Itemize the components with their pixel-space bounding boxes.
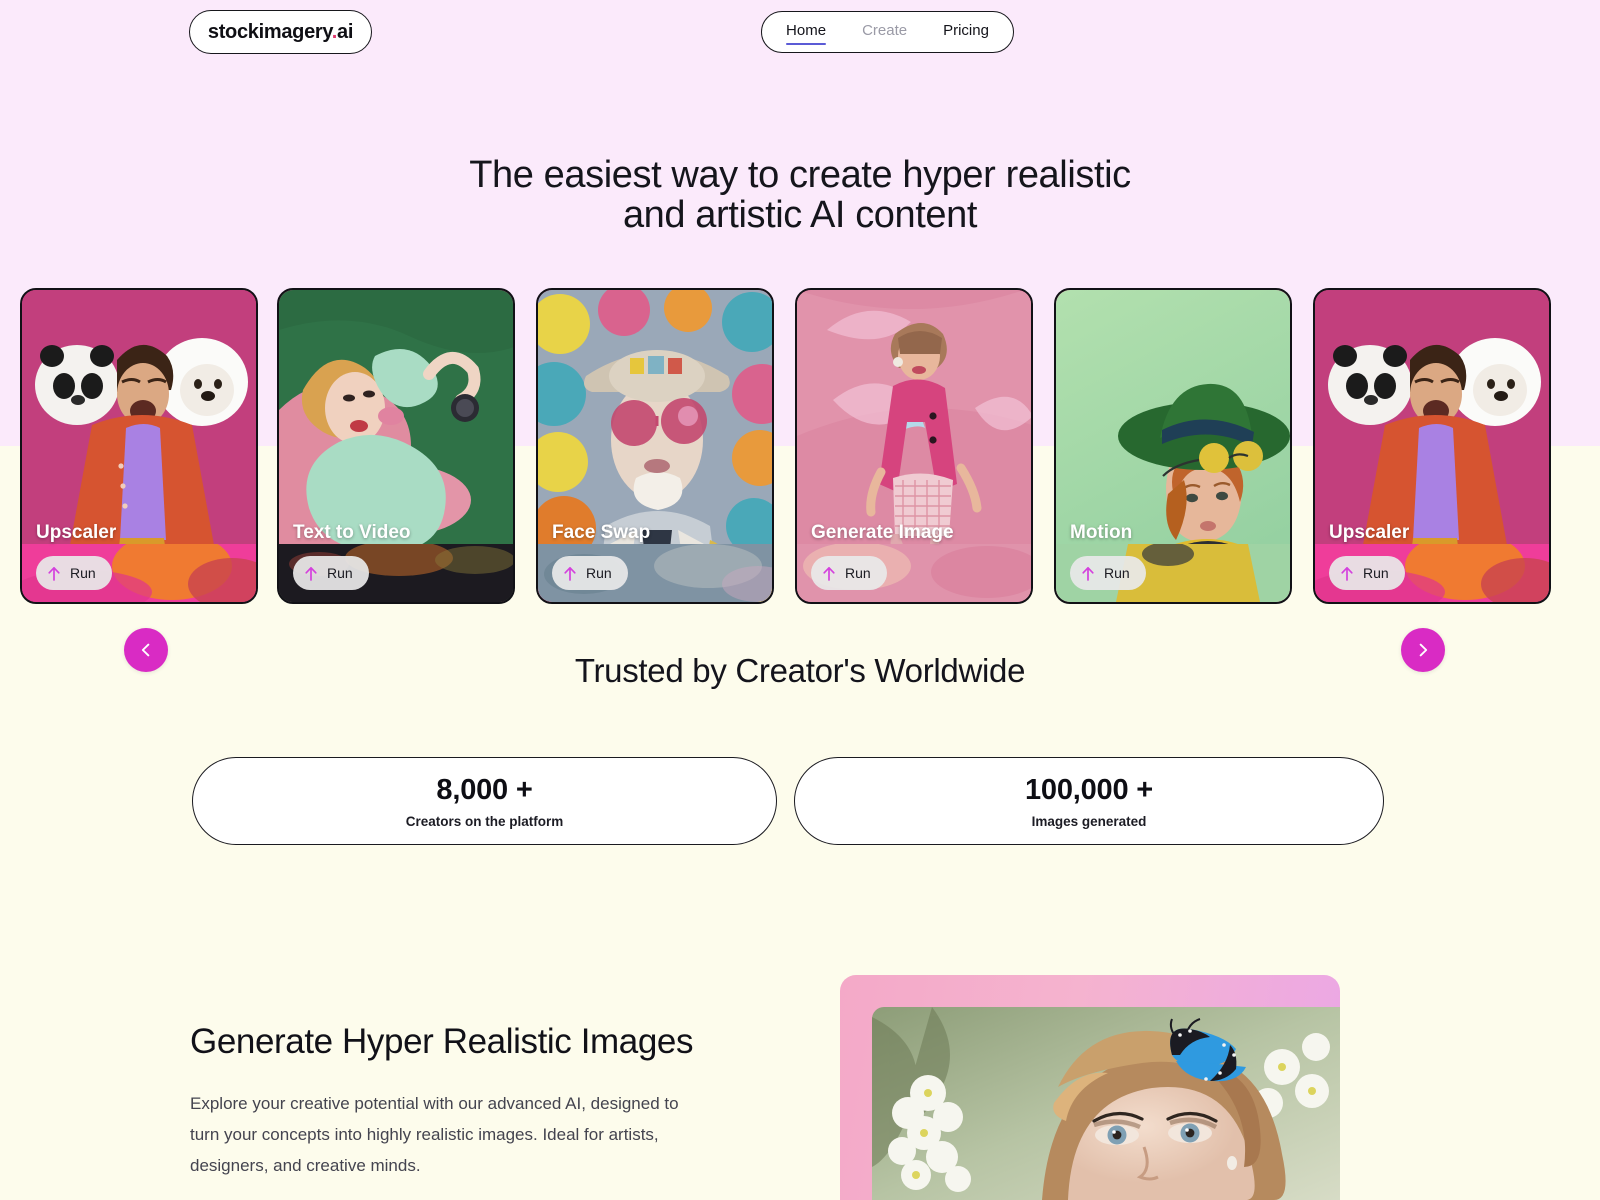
carousel-card[interactable]: Generate Image Run (795, 288, 1033, 604)
card-run-button[interactable]: Run (1070, 556, 1146, 590)
nav-item-home[interactable]: Home (786, 22, 827, 45)
card-run-label: Run (845, 565, 871, 581)
logo-text: stockimagery.ai (207, 20, 354, 44)
hero-title-line-2: and artistic AI content (622, 194, 978, 236)
tools-carousel[interactable]: Upscaler Run Text to Video Run Face Swap… (0, 288, 1600, 604)
card-run-label: Run (1104, 565, 1130, 581)
main-navigation: Home Create Pricing (761, 11, 1014, 53)
card-run-label: Run (327, 565, 353, 581)
page-title: The easiest way to create hyper realisti… (0, 155, 1600, 235)
stat-label: Creators on the platform (405, 813, 564, 829)
hero-title-line-1: The easiest way to create hyper realisti… (469, 154, 1131, 196)
trusted-section-title: Trusted by Creator's Worldwide (574, 652, 1026, 689)
chevron-right-icon (1419, 643, 1428, 657)
carousel-card[interactable]: Motion Run (1054, 288, 1292, 604)
nav-item-pricing[interactable]: Pricing (943, 22, 989, 42)
carousel-next-button[interactable] (1401, 628, 1445, 672)
arrow-up-icon (1082, 566, 1094, 581)
logo-tld: ai (337, 20, 354, 43)
arrow-up-icon (305, 566, 317, 581)
stat-label: Images generated (1031, 813, 1147, 829)
feature-image-frame (840, 975, 1340, 1200)
nav-item-create[interactable]: Create (862, 22, 907, 42)
card-label: Face Swap (552, 522, 651, 543)
feature-body-text: Explore your creative potential with our… (190, 1094, 679, 1175)
stat-value: 8,000 + (436, 773, 533, 806)
card-run-label: Run (70, 565, 96, 581)
logo-word: stockimagery (207, 20, 332, 43)
card-label: Upscaler (1329, 522, 1410, 543)
stat-value: 100,000 + (1024, 773, 1154, 806)
carousel-card[interactable]: Upscaler Run (1313, 288, 1551, 604)
carousel-card[interactable]: Face Swap Run (536, 288, 774, 604)
card-run-button[interactable]: Run (36, 556, 112, 590)
card-run-label: Run (586, 565, 612, 581)
card-label: Motion (1070, 522, 1133, 543)
card-label: Upscaler (36, 522, 117, 543)
arrow-up-icon (48, 566, 60, 581)
carousel-card[interactable]: Upscaler Run (20, 288, 258, 604)
arrow-up-icon (823, 566, 835, 581)
card-run-button[interactable]: Run (552, 556, 628, 590)
chevron-left-icon (141, 643, 150, 657)
card-run-button[interactable]: Run (811, 556, 887, 590)
card-label: Generate Image (811, 522, 954, 543)
feature-heading: Generate Hyper Realistic Images (190, 1022, 694, 1061)
arrow-up-icon (564, 566, 576, 581)
card-run-button[interactable]: Run (1329, 556, 1405, 590)
logo-pill[interactable]: stockimagery.ai (189, 10, 372, 54)
carousel-prev-button[interactable] (124, 628, 168, 672)
stat-card-creators: 8,000 + Creators on the platform (192, 757, 777, 845)
carousel-card[interactable]: Text to Video Run (277, 288, 515, 604)
card-label: Text to Video (293, 522, 411, 543)
arrow-up-icon (1341, 566, 1353, 581)
stat-card-images: 100,000 + Images generated (794, 757, 1384, 845)
site-header: stockimagery.ai Home Create Pricing (0, 0, 1600, 64)
card-run-button[interactable]: Run (293, 556, 369, 590)
card-run-label: Run (1363, 565, 1389, 581)
feature-image (872, 1007, 1340, 1200)
